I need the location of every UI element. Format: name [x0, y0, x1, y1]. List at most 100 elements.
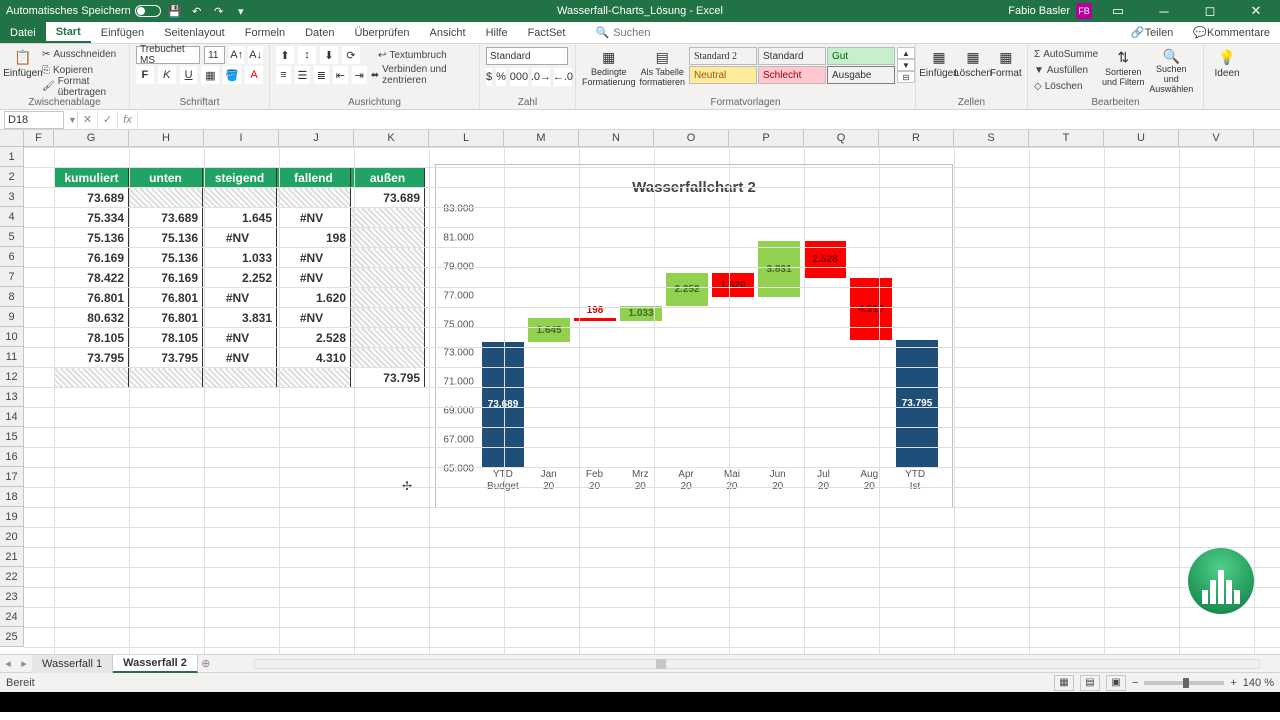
horizontal-scrollbar[interactable]: [254, 657, 1260, 671]
ideas-button[interactable]: 💡Ideen: [1210, 47, 1244, 95]
row-header-14[interactable]: 14: [0, 407, 23, 427]
row-header-8[interactable]: 8: [0, 287, 23, 307]
col-header-I[interactable]: I: [204, 130, 279, 147]
table-cell[interactable]: [351, 208, 425, 228]
sheet-nav-last-icon[interactable]: ▸: [16, 656, 32, 672]
style-ausgabe[interactable]: Ausgabe: [827, 66, 895, 84]
table-cell[interactable]: [351, 348, 425, 368]
table-header[interactable]: außen: [351, 168, 425, 188]
table-cell[interactable]: #NV: [277, 248, 351, 268]
decrease-font-icon[interactable]: A↓: [248, 46, 263, 64]
col-header-J[interactable]: J: [279, 130, 354, 147]
style-standard2[interactable]: Standard 2: [689, 47, 757, 65]
table-header[interactable]: steigend: [203, 168, 277, 188]
table-cell[interactable]: [203, 188, 277, 208]
row-header-22[interactable]: 22: [0, 567, 23, 587]
tell-me-search[interactable]: 🔍: [595, 22, 693, 43]
table-cell[interactable]: 73.795: [129, 348, 203, 368]
col-header-T[interactable]: T: [1029, 130, 1104, 147]
save-icon[interactable]: 💾: [167, 3, 183, 19]
row-header-13[interactable]: 13: [0, 387, 23, 407]
col-header-O[interactable]: O: [654, 130, 729, 147]
undo-icon[interactable]: ↶: [189, 3, 205, 19]
table-cell[interactable]: #NV: [277, 208, 351, 228]
name-box[interactable]: D18: [4, 111, 64, 129]
orientation-icon[interactable]: ⟳: [342, 46, 360, 64]
table-cell[interactable]: 198: [277, 228, 351, 248]
search-input[interactable]: [613, 27, 693, 39]
formula-input[interactable]: [137, 111, 1280, 129]
row-header-18[interactable]: 18: [0, 487, 23, 507]
autosave-toggle[interactable]: Automatisches Speichern: [6, 5, 161, 17]
conditional-format-button[interactable]: ▦Bedingte Formatierung: [582, 47, 636, 95]
italic-icon[interactable]: K: [158, 66, 176, 84]
col-header-G[interactable]: G: [54, 130, 129, 147]
autosum-button[interactable]: ΣAutoSumme: [1034, 47, 1098, 62]
col-header-M[interactable]: M: [504, 130, 579, 147]
zoom-slider[interactable]: [1144, 681, 1224, 685]
row-header-5[interactable]: 5: [0, 227, 23, 247]
tab-formeln[interactable]: Formeln: [235, 22, 295, 43]
styles-more-icon[interactable]: ⊟: [897, 71, 915, 83]
table-cell[interactable]: 80.632: [55, 308, 129, 328]
currency-icon[interactable]: $: [486, 68, 492, 86]
dec-inc-icon[interactable]: .0→: [532, 68, 550, 86]
tab-daten[interactable]: Daten: [295, 22, 344, 43]
waterfall-chart[interactable]: Wasserfallchart 2 65.00067.00069.00071.0…: [435, 164, 953, 508]
table-cell[interactable]: 75.136: [55, 228, 129, 248]
tab-ueberpruefen[interactable]: Überprüfen: [344, 22, 419, 43]
table-cell[interactable]: 76.801: [129, 308, 203, 328]
table-cell[interactable]: #NV: [203, 288, 277, 308]
table-cell[interactable]: 76.801: [55, 288, 129, 308]
enter-formula-icon[interactable]: ✓: [97, 111, 117, 129]
table-cell[interactable]: [351, 228, 425, 248]
zoom-out-icon[interactable]: −: [1132, 677, 1138, 689]
row-header-6[interactable]: 6: [0, 247, 23, 267]
style-standard[interactable]: Standard: [758, 47, 826, 65]
table-cell[interactable]: [277, 188, 351, 208]
table-cell[interactable]: 2.528: [277, 328, 351, 348]
table-cell[interactable]: 76.169: [129, 268, 203, 288]
view-pagelayout-icon[interactable]: ▤: [1080, 675, 1100, 691]
row-header-23[interactable]: 23: [0, 587, 23, 607]
table-cell[interactable]: 78.105: [55, 328, 129, 348]
font-name-select[interactable]: Trebuchet MS: [136, 46, 200, 64]
styles-up-icon[interactable]: ▲: [897, 47, 915, 59]
row-header-10[interactable]: 10: [0, 327, 23, 347]
align-left-icon[interactable]: ≡: [276, 66, 291, 84]
col-header-S[interactable]: S: [954, 130, 1029, 147]
row-header-15[interactable]: 15: [0, 427, 23, 447]
font-size-select[interactable]: 11: [204, 46, 225, 64]
spreadsheet-grid[interactable]: FGHIJKLMNOPQRSTUV 1234567891011121314151…: [0, 130, 1280, 654]
table-cell[interactable]: 1.033: [203, 248, 277, 268]
table-cell[interactable]: 73.795: [55, 348, 129, 368]
sheet-nav-first-icon[interactable]: ◂: [0, 656, 16, 672]
table-cell[interactable]: 1.620: [277, 288, 351, 308]
table-cell[interactable]: 76.169: [55, 248, 129, 268]
table-cell[interactable]: [351, 268, 425, 288]
format-as-table-button[interactable]: ▤Als Tabelle formatieren: [638, 47, 687, 95]
tab-ansicht[interactable]: Ansicht: [419, 22, 475, 43]
user-avatar[interactable]: FB: [1076, 3, 1092, 19]
align-right-icon[interactable]: ≣: [314, 66, 329, 84]
user-name[interactable]: Fabio Basler: [1008, 5, 1070, 17]
qat-customize-icon[interactable]: ▾: [233, 3, 249, 19]
table-cell[interactable]: 75.136: [129, 228, 203, 248]
table-cell[interactable]: 75.136: [129, 248, 203, 268]
col-header-R[interactable]: R: [879, 130, 954, 147]
clear-button[interactable]: ◇Löschen: [1034, 79, 1098, 94]
zoom-in-icon[interactable]: +: [1230, 677, 1236, 689]
row-header-24[interactable]: 24: [0, 607, 23, 627]
col-header-V[interactable]: V: [1179, 130, 1254, 147]
table-header[interactable]: kumuliert: [55, 168, 129, 188]
row-header-20[interactable]: 20: [0, 527, 23, 547]
align-top-icon[interactable]: ⬆: [276, 46, 294, 64]
table-cell[interactable]: 76.801: [129, 288, 203, 308]
table-cell[interactable]: #NV: [277, 268, 351, 288]
table-cell[interactable]: [55, 368, 129, 388]
style-gut[interactable]: Gut: [827, 47, 895, 65]
zoom-level[interactable]: 140 %: [1243, 677, 1274, 689]
underline-icon[interactable]: U: [180, 66, 198, 84]
table-cell[interactable]: #NV: [203, 328, 277, 348]
paste-button[interactable]: 📋Einfügen: [6, 47, 40, 95]
